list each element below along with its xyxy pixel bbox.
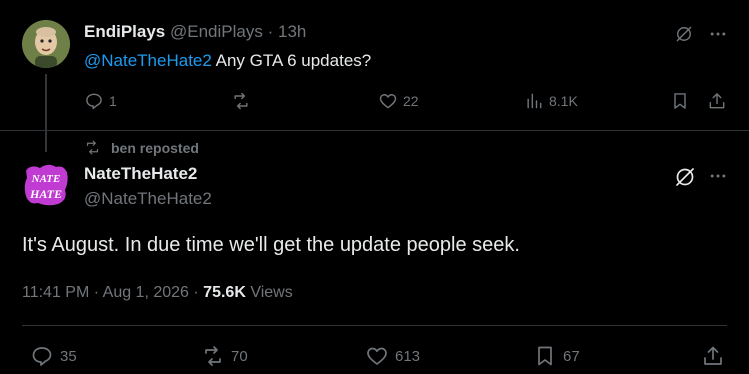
grok-icon [676, 26, 692, 42]
repost-button[interactable] [231, 91, 256, 111]
like-button[interactable]: 22 [378, 91, 419, 111]
avatar-text-top: NATE [31, 173, 61, 185]
bookmark-icon [538, 346, 552, 366]
more-button[interactable] [708, 24, 728, 44]
mention-link[interactable]: @NateTheHate2 [84, 51, 212, 70]
views-count[interactable]: 75.6K [203, 284, 246, 301]
repost-context-label: ben reposted [111, 139, 199, 156]
repost-icon [86, 140, 99, 155]
grok-button[interactable] [673, 165, 697, 189]
bookmark-button[interactable] [670, 91, 690, 111]
repost-context[interactable]: ben reposted [84, 139, 199, 156]
analytics-icon [527, 93, 542, 109]
reply-count: 35 [60, 347, 77, 365]
timestamp[interactable]: 13h [278, 22, 306, 41]
parent-tweet-text: @NateTheHate2 Any GTA 6 updates? [84, 51, 371, 71]
bookmark-button[interactable]: 67 [533, 344, 580, 368]
thread-line [45, 74, 47, 152]
tweet-time[interactable]: 11:41 PM [22, 284, 89, 301]
metadata-divider [22, 325, 727, 326]
tweet-metadata: 11:41 PM · Aug 1, 2026 · 75.6K Views [22, 284, 293, 302]
separator: · [193, 284, 199, 301]
reply-button[interactable]: 1 [84, 91, 117, 111]
reply-icon [32, 347, 52, 366]
avatar-text-bottom: HATE [29, 187, 62, 201]
avatar-natethehate2[interactable]: NATE HATE [22, 160, 70, 208]
repost-icon [205, 346, 221, 366]
avatar-endiplays[interactable] [22, 20, 70, 68]
tweet-body: It's August. In due time we'll get the u… [22, 234, 520, 256]
grok-button[interactable] [674, 24, 694, 44]
views-count: 8.1K [549, 93, 578, 109]
share-button[interactable] [701, 344, 725, 368]
repost-button[interactable]: 70 [201, 344, 248, 368]
more-button[interactable] [708, 166, 728, 186]
reply-count: 1 [109, 93, 117, 109]
handle[interactable]: @NateTheHate2 [84, 189, 212, 209]
handle[interactable]: @EndiPlays [170, 22, 263, 41]
separator: · [93, 284, 100, 301]
views-button[interactable]: 8.1K [524, 91, 578, 111]
share-icon [709, 93, 725, 109]
like-count: 613 [395, 347, 421, 365]
more-icon [710, 32, 726, 36]
like-count: 22 [403, 93, 419, 109]
reply-button[interactable]: 35 [30, 344, 77, 368]
like-icon [379, 94, 397, 109]
parent-tweet-header: EndiPlays @EndiPlays · 13h [84, 22, 306, 42]
like-button[interactable]: 613 [365, 344, 420, 368]
tweet-divider [0, 130, 749, 131]
grok-icon [676, 168, 694, 186]
bookmark-icon [674, 93, 686, 109]
tweet-body: Any GTA 6 updates? [211, 51, 372, 70]
reply-icon [86, 93, 102, 110]
display-name[interactable]: NateTheHate2 [84, 164, 197, 184]
more-icon [710, 174, 726, 178]
like-icon [367, 347, 387, 365]
avatar-image [22, 20, 70, 68]
display-name[interactable]: EndiPlays [84, 22, 165, 41]
share-icon [704, 346, 722, 365]
bookmark-count: 67 [563, 347, 580, 365]
repost-count: 70 [231, 347, 248, 365]
separator: · [267, 22, 274, 41]
avatar-image: NATE HATE [22, 160, 70, 208]
share-button[interactable] [707, 91, 727, 111]
tweet-date[interactable]: Aug 1, 2026 [103, 284, 189, 301]
views-label: Views [250, 284, 293, 301]
repost-icon [234, 92, 248, 110]
